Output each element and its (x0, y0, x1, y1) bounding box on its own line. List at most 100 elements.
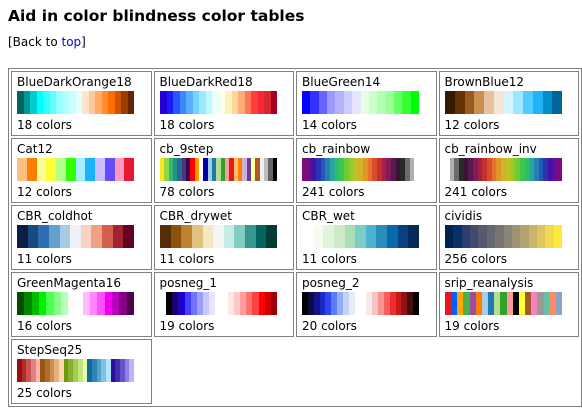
color-table-name: GreenMagenta16 (17, 276, 121, 290)
color-swatch-segment (461, 225, 470, 248)
color-swatch-segment (518, 292, 525, 315)
color-swatch-segment (60, 225, 71, 248)
color-swatch-segment (552, 158, 557, 181)
color-swatch-segment (92, 359, 98, 382)
color-swatch-segment (265, 225, 277, 248)
color-swatch-segment (394, 91, 403, 114)
color-swatch-segment (76, 158, 86, 181)
color-swatch-segment (528, 225, 537, 248)
color-swatch-segment (444, 158, 450, 181)
color-table-cell: CBR_drywet 11 colors (153, 205, 294, 270)
color-swatch-segment (127, 292, 134, 315)
color-swatch-segment (543, 292, 550, 315)
color-table-cell: BlueGreen14 14 colors (296, 71, 437, 136)
color-swatch-segment (376, 225, 388, 248)
color-swatch-segment (244, 225, 256, 248)
color-swatch-segment (91, 225, 103, 248)
color-swatch-segment (184, 292, 191, 315)
color-table-swatch (159, 158, 277, 181)
color-swatch-segment (196, 292, 203, 315)
color-swatch-segment (536, 225, 545, 248)
color-swatch-segment (335, 158, 340, 181)
color-table-swatch (302, 158, 419, 181)
color-swatch-segment (405, 158, 411, 181)
color-swatch-segment (54, 359, 60, 382)
color-swatch-segment (366, 225, 377, 248)
color-swatch-segment (46, 292, 55, 315)
color-swatch-segment (494, 225, 504, 248)
color-swatch-segment (377, 158, 383, 181)
color-swatch-segment (542, 91, 552, 114)
color-swatch-segment (24, 91, 31, 114)
color-table-name: CBR_drywet (159, 209, 233, 223)
color-swatch-segment (250, 158, 255, 181)
color-swatch-segment (218, 91, 225, 114)
color-swatch-segment (17, 292, 25, 315)
color-swatch-segment (211, 158, 216, 181)
color-count: 18 colors (17, 118, 72, 132)
color-swatch-segment (63, 91, 70, 114)
color-count: 78 colors (159, 185, 215, 199)
color-swatch-segment (493, 91, 504, 114)
color-swatch-segment (467, 158, 473, 181)
color-table-name: cb_9step (159, 142, 214, 156)
color-swatch-segment (46, 158, 57, 181)
color-swatch-segment (506, 292, 513, 315)
color-count: 18 colors (159, 118, 215, 132)
color-swatch-segment (64, 359, 69, 382)
color-swatch-segment (89, 91, 96, 114)
color-swatch-segment (302, 91, 311, 114)
color-swatch-segment (211, 91, 219, 114)
color-swatch-segment (163, 158, 169, 181)
color-count: 20 colors (302, 319, 357, 333)
color-swatch-segment (245, 292, 252, 315)
color-swatch-segment (361, 91, 370, 114)
color-swatch-segment (495, 158, 501, 181)
color-swatch-segment (444, 292, 451, 315)
back-to-top-link[interactable]: top (62, 35, 82, 49)
color-swatch-segment (407, 292, 414, 315)
color-swatch-segment (456, 292, 463, 315)
color-swatch-segment (402, 91, 412, 114)
color-swatch-segment (544, 225, 554, 248)
color-swatch-segment (68, 359, 74, 382)
color-swatch-segment (355, 292, 362, 315)
color-table-cell: GreenMagenta16 16 colors (11, 272, 152, 337)
color-swatch-segment (396, 158, 401, 181)
color-swatch-segment (40, 359, 46, 382)
color-swatch-segment (514, 158, 520, 181)
color-swatch-segment (166, 91, 173, 114)
color-swatch-segment (102, 91, 109, 114)
color-swatch-segment (352, 91, 362, 114)
color-swatch-segment (310, 91, 320, 114)
color-swatch-segment (302, 225, 314, 248)
color-swatch-segment (224, 91, 232, 114)
color-table-cell: cb_9step 78 colors (153, 138, 294, 203)
color-table-name: CBR_coldhot (17, 209, 93, 223)
color-swatch-segment (316, 158, 322, 181)
color-swatch-segment (239, 292, 246, 315)
color-swatch-segment (172, 91, 180, 114)
color-swatch-segment (449, 158, 454, 181)
color-table-name: srip_reanalysis (444, 276, 534, 290)
color-swatch-segment (444, 225, 453, 248)
color-table-name: cb_rainbow_inv (444, 142, 537, 156)
color-count: 19 colors (444, 319, 500, 333)
color-swatch-segment (532, 91, 543, 114)
color-count: 25 colors (17, 386, 72, 400)
color-table-swatch (302, 292, 419, 315)
color-table-swatch (159, 292, 277, 315)
empty-cell (296, 339, 437, 404)
color-swatch-segment (319, 91, 328, 114)
color-swatch-segment (49, 225, 61, 248)
color-swatch-segment (413, 292, 419, 315)
color-swatch-segment (115, 359, 121, 382)
color-swatch-segment (97, 359, 102, 382)
color-swatch-segment (83, 292, 91, 315)
color-swatch-segment (214, 292, 222, 315)
color-swatch-segment (17, 91, 25, 114)
empty-cell (154, 339, 295, 404)
color-swatch-segment (76, 91, 83, 114)
color-swatch-segment (462, 292, 470, 315)
color-swatch-segment (36, 359, 41, 382)
